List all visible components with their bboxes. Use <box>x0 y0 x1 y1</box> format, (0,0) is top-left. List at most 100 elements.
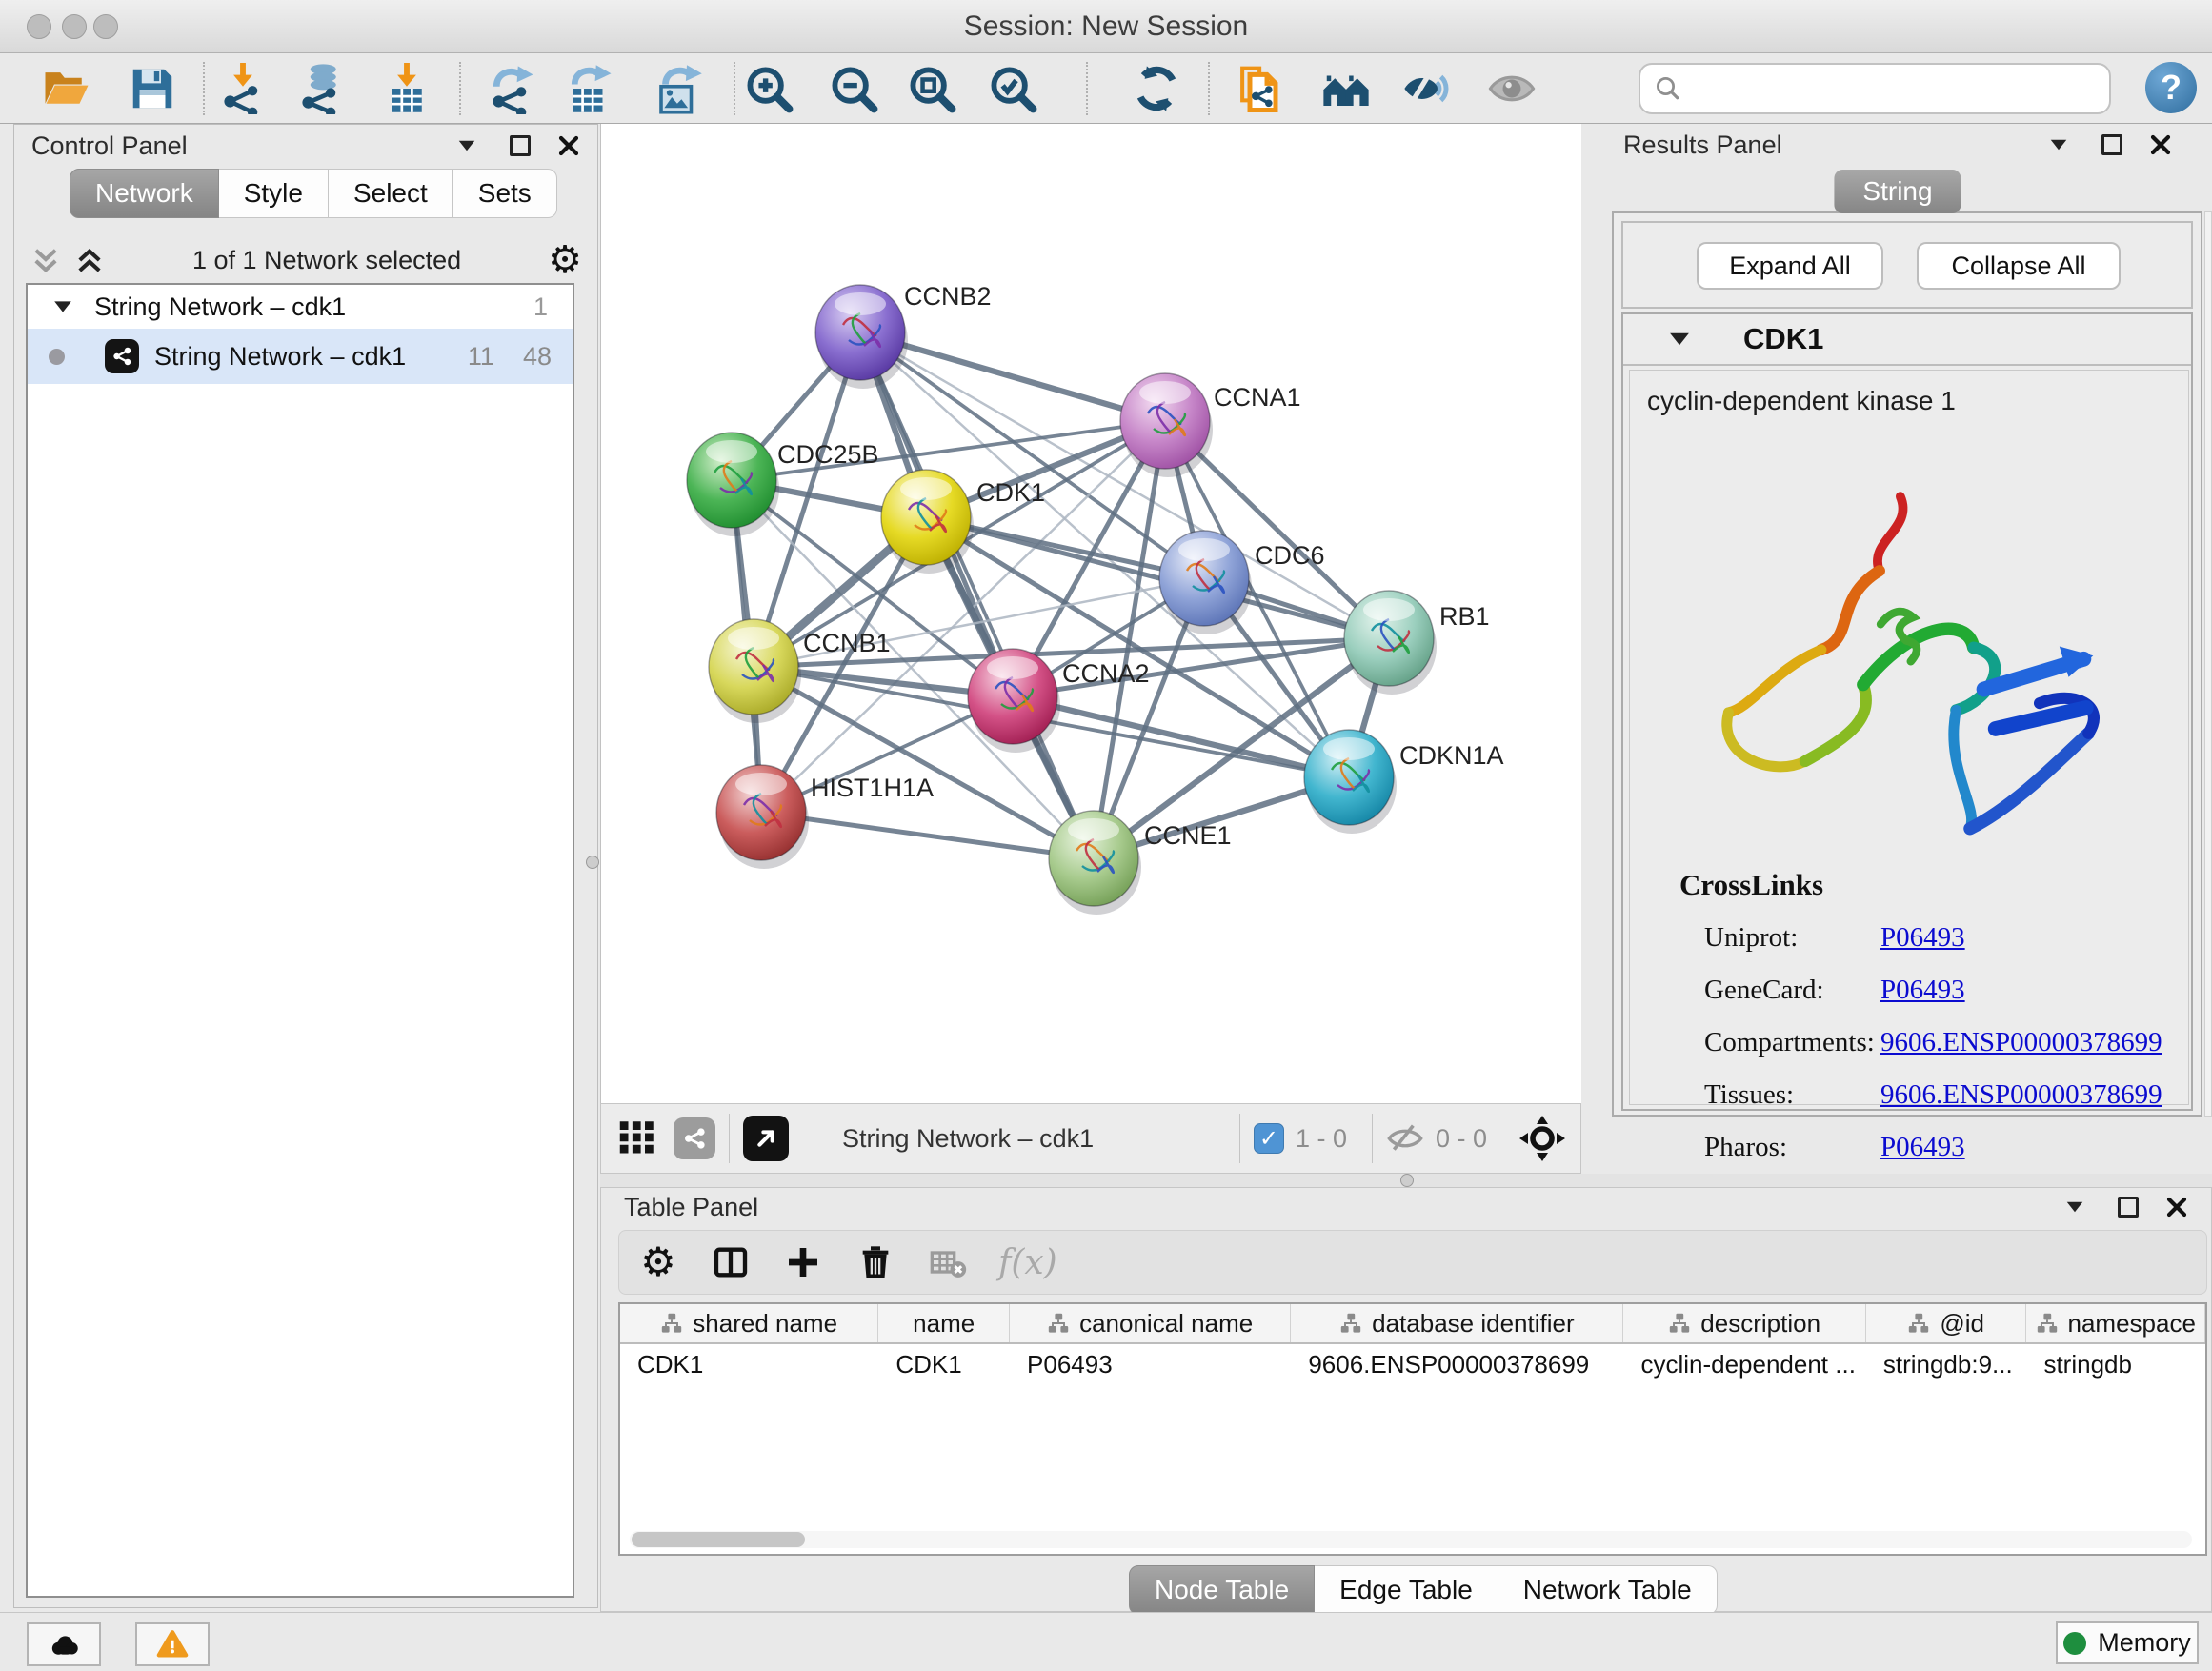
horizontal-splitter-handle[interactable] <box>1400 1174 1414 1187</box>
crosslink-link[interactable]: P06493 <box>1880 922 1965 954</box>
column-header-name[interactable]: name <box>878 1304 1010 1342</box>
export-table-icon[interactable] <box>563 62 616 115</box>
network-edge[interactable] <box>761 421 1165 813</box>
table-settings-gear-icon[interactable]: ⚙ <box>636 1240 680 1284</box>
float-panel-icon[interactable] <box>2118 1197 2139 1218</box>
scrollbar-thumb[interactable] <box>632 1532 805 1547</box>
selected-nodes-checkbox[interactable]: ✓ <box>1254 1123 1284 1154</box>
save-session-icon[interactable] <box>126 62 179 115</box>
collection-expand-caret-icon[interactable] <box>54 301 71 312</box>
panel-menu-icon[interactable] <box>459 141 475 151</box>
tab-edge-table[interactable]: Edge Table <box>1315 1565 1498 1615</box>
open-in-new-icon[interactable] <box>743 1116 789 1161</box>
network-view-icon[interactable] <box>674 1117 715 1159</box>
gene-section-body: cyclin-dependent kinase 1 <box>1629 370 2189 1105</box>
crosshair-icon[interactable] <box>1519 1116 1565 1161</box>
delete-column-icon[interactable] <box>854 1240 897 1284</box>
network-node-CDKN1A[interactable]: CDKN1A <box>1304 730 1504 834</box>
table-cell[interactable]: CDK1 <box>620 1344 878 1384</box>
network-node-CCNB1[interactable]: CCNB1 <box>709 619 891 723</box>
tab-string[interactable]: String <box>1834 170 1961 213</box>
zoom-in-icon[interactable] <box>742 62 795 115</box>
close-panel-icon[interactable] <box>2165 1196 2188 1218</box>
table-cell[interactable]: stringdb:9... <box>1866 1344 2027 1384</box>
show-hidden-eye-icon[interactable] <box>1485 62 1538 115</box>
apply-function-icon[interactable]: f(x) <box>998 1243 1057 1282</box>
column-header-database-identifier[interactable]: database identifier <box>1291 1304 1623 1342</box>
zoom-selected-icon[interactable] <box>986 62 1039 115</box>
add-column-icon[interactable] <box>781 1240 825 1284</box>
panel-menu-icon[interactable] <box>2051 140 2067 151</box>
refresh-icon[interactable] <box>1130 62 1183 115</box>
close-panel-icon[interactable] <box>2149 133 2172 156</box>
network-node-CDC6[interactable]: CDC6 <box>1159 531 1325 634</box>
table-cell[interactable]: 9606.ENSP00000378699 <box>1291 1344 1623 1384</box>
delete-table-icon[interactable] <box>926 1240 970 1284</box>
section-collapse-caret-icon[interactable] <box>1670 333 1689 346</box>
table-horizontal-scrollbar[interactable] <box>630 1531 2192 1548</box>
crosslink-row: Uniprot:P06493 <box>1704 912 2181 964</box>
node-label-CCNB1: CCNB1 <box>803 629 891 657</box>
tab-network[interactable]: Network <box>70 169 219 218</box>
help-icon[interactable]: ? <box>2145 62 2197 113</box>
table-row[interactable]: CDK1CDK1P064939606.ENSP00000378699cyclin… <box>620 1344 2205 1384</box>
collapse-all-chevron-icon[interactable] <box>30 244 62 276</box>
network-node-RB1[interactable]: RB1 <box>1344 591 1490 695</box>
float-panel-icon[interactable] <box>2101 134 2122 155</box>
hide-selected-eye-icon[interactable] <box>1400 62 1454 115</box>
import-network-database-icon[interactable] <box>294 62 348 115</box>
open-session-icon[interactable] <box>40 62 93 115</box>
horizontal-splitter[interactable] <box>600 1174 2212 1187</box>
clone-network-icon[interactable] <box>1232 62 1285 115</box>
gene-section-header[interactable]: CDK1 <box>1623 314 2191 366</box>
network-node-HIST1H1A[interactable]: HIST1H1A <box>716 765 934 869</box>
crosslink-link[interactable]: 9606.ENSP00000378699 <box>1880 1079 2162 1111</box>
column-header-description[interactable]: description <box>1623 1304 1865 1342</box>
cloud-status-button[interactable] <box>27 1622 101 1666</box>
left-splitter-handle[interactable] <box>586 856 599 869</box>
column-header-shared-name[interactable]: shared name <box>620 1304 878 1342</box>
collapse-all-button[interactable]: Collapse All <box>1917 242 2121 290</box>
hidden-eye-icon[interactable] <box>1386 1119 1424 1158</box>
warning-status-button[interactable] <box>135 1622 210 1666</box>
network-node-CDK1[interactable]: CDK1 <box>881 470 1045 574</box>
network-canvas[interactable]: CCNB2CCNA1CDC25BCDK1CDC6RB1CCNB1CCNA2CDK… <box>600 124 1581 1103</box>
column-header-canonical-name[interactable]: canonical name <box>1010 1304 1291 1342</box>
tab-select[interactable]: Select <box>329 169 453 218</box>
network-options-gear-icon[interactable]: ⚙ <box>548 241 582 279</box>
crosslink-link[interactable]: P06493 <box>1880 975 1965 1006</box>
network-collection-row[interactable]: String Network – cdk1 1 <box>28 285 573 329</box>
split-columns-icon[interactable] <box>709 1240 753 1284</box>
column-header-namespace[interactable]: namespace <box>2026 1304 2205 1342</box>
panel-menu-icon[interactable] <box>2067 1202 2083 1213</box>
tab-style[interactable]: Style <box>219 169 329 218</box>
network-node-CCNA1[interactable]: CCNA1 <box>1120 373 1301 477</box>
network-edge[interactable] <box>761 813 1094 858</box>
import-network-file-icon[interactable] <box>216 62 270 115</box>
table-cell[interactable]: P06493 <box>1010 1344 1291 1384</box>
results-scrollbar[interactable] <box>2204 211 2212 1117</box>
search-input[interactable] <box>1692 73 2096 105</box>
zoom-out-icon[interactable] <box>827 62 880 115</box>
expand-all-chevron-icon[interactable] <box>73 244 106 276</box>
import-table-file-icon[interactable] <box>380 62 433 115</box>
close-panel-icon[interactable] <box>557 134 580 157</box>
tab-node-table[interactable]: Node Table <box>1129 1565 1315 1615</box>
expand-all-button[interactable]: Expand All <box>1697 242 1883 290</box>
export-network-icon[interactable] <box>485 62 538 115</box>
crosslink-link[interactable]: 9606.ENSP00000378699 <box>1880 1027 2162 1058</box>
memory-button[interactable]: Memory <box>2056 1621 2199 1664</box>
grid-view-icon[interactable] <box>618 1117 658 1161</box>
export-image-icon[interactable] <box>652 62 705 115</box>
tab-sets[interactable]: Sets <box>453 169 557 218</box>
crosslink-link[interactable]: P06493 <box>1880 1132 1965 1163</box>
tab-network-table[interactable]: Network Table <box>1498 1565 1718 1615</box>
float-panel-icon[interactable] <box>510 135 531 156</box>
column-header--id[interactable]: @id <box>1866 1304 2027 1342</box>
zoom-fit-icon[interactable] <box>905 62 958 115</box>
network-row-selected[interactable]: String Network – cdk1 11 48 <box>28 329 573 384</box>
homes-icon[interactable] <box>1319 62 1373 115</box>
table-cell[interactable]: cyclin-dependent ... <box>1623 1344 1865 1384</box>
table-cell[interactable]: CDK1 <box>878 1344 1010 1384</box>
table-cell[interactable]: stringdb <box>2026 1344 2205 1384</box>
